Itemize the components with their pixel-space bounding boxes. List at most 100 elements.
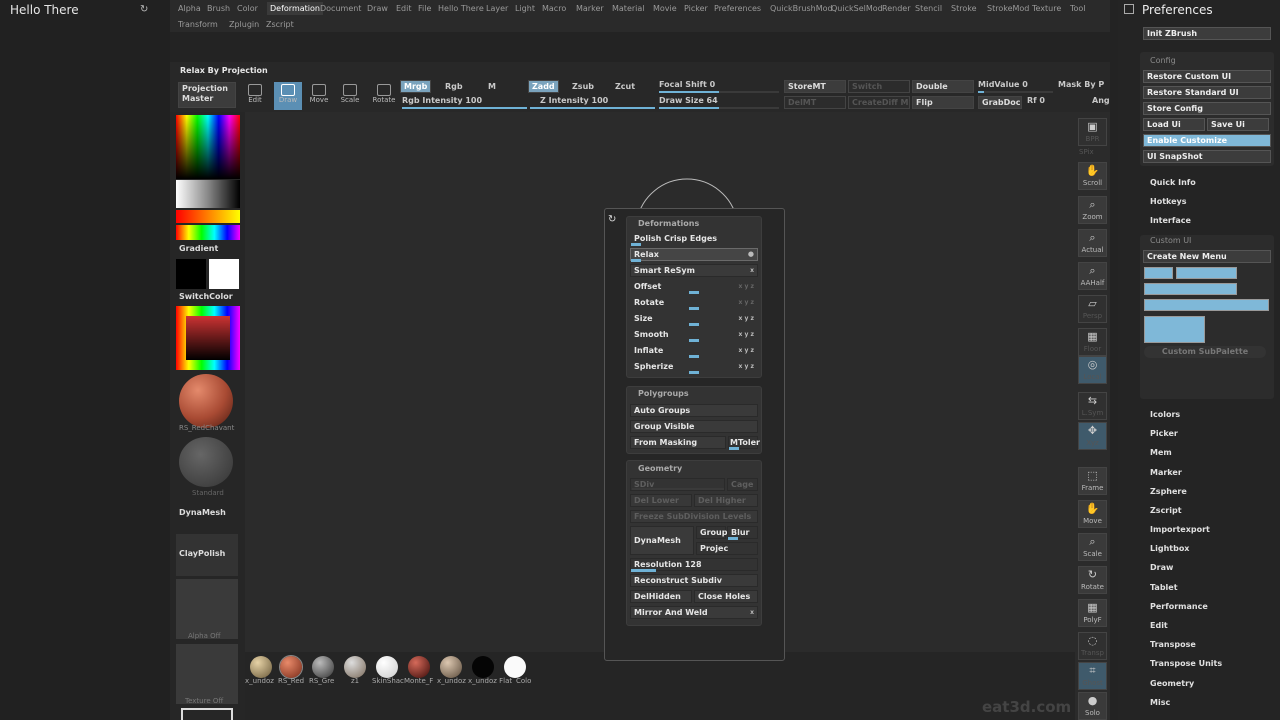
- menu-deformation[interactable]: Deformation: [267, 2, 323, 15]
- move-view-button[interactable]: ✋ Move: [1078, 500, 1107, 528]
- reconstruct-subdiv-button[interactable]: Reconstruct Subdiv: [630, 574, 758, 587]
- ui-snapshot-button[interactable]: UI SnapShot: [1143, 150, 1271, 163]
- custom-ui-header[interactable]: Custom UI: [1150, 236, 1191, 245]
- aahalf-button[interactable]: ⌕ AAHalf: [1078, 262, 1107, 290]
- menu-movie[interactable]: Movie: [653, 4, 677, 13]
- marker-section[interactable]: Marker: [1150, 468, 1182, 477]
- edit-section[interactable]: Edit: [1150, 621, 1168, 630]
- load-ui-button[interactable]: Load Ui: [1143, 118, 1205, 131]
- scale-tool[interactable]: Scale: [336, 82, 364, 110]
- zoom-button[interactable]: ⌕ Zoom: [1078, 196, 1107, 224]
- relax-button[interactable]: Relax ●: [630, 248, 758, 262]
- menu-material[interactable]: Material: [612, 4, 645, 13]
- deformations-header[interactable]: Deformations: [638, 219, 699, 228]
- material-colo[interactable]: [504, 656, 526, 678]
- custom-subpalette-button[interactable]: Custom SubPalette: [1144, 346, 1266, 358]
- material-rs-red[interactable]: [279, 655, 303, 679]
- smart-resym-button[interactable]: Smart ReSym x: [630, 264, 758, 277]
- create-new-menu-button[interactable]: Create New Menu: [1143, 250, 1271, 263]
- restore-standard-ui-button[interactable]: Restore Standard UI: [1143, 86, 1271, 99]
- spherize-slider[interactable]: Spherize x y z: [630, 360, 758, 374]
- close-holes-button[interactable]: Close Holes: [694, 590, 758, 603]
- menu-stencil[interactable]: Stencil: [915, 4, 942, 13]
- quick-info-section[interactable]: Quick Info: [1150, 178, 1196, 187]
- geometry-header[interactable]: Geometry: [638, 464, 682, 473]
- from-masking-button[interactable]: From Masking: [630, 436, 726, 449]
- menu-layer[interactable]: Layer: [486, 4, 508, 13]
- inflate-slider[interactable]: Inflate x y z: [630, 344, 758, 358]
- main-color-swatch[interactable]: [176, 259, 206, 289]
- delhidden-button[interactable]: DelHidden: [630, 590, 692, 603]
- resolution-slider[interactable]: Resolution 128: [630, 558, 758, 572]
- hue-bar-1[interactable]: [176, 210, 240, 223]
- menu-render[interactable]: Render: [882, 4, 910, 13]
- material-slot[interactable]: [181, 708, 233, 720]
- color-square[interactable]: [186, 316, 230, 360]
- blur-slider[interactable]: Blur: [727, 526, 758, 540]
- draw-size-track[interactable]: [659, 107, 779, 109]
- menu-alpha[interactable]: Alpha: [178, 4, 201, 13]
- importexport-section[interactable]: Importexport: [1150, 525, 1210, 534]
- local-button[interactable]: ◎ Local: [1078, 356, 1107, 384]
- move-tool[interactable]: Move: [305, 82, 333, 110]
- custom-ui-placeholder[interactable]: [1144, 267, 1173, 279]
- group-toggle[interactable]: Group: [696, 526, 727, 539]
- edit-tool[interactable]: Edit: [241, 82, 269, 110]
- rotate-view-button[interactable]: ↻ Rotate: [1078, 566, 1107, 594]
- material-flat[interactable]: [472, 656, 494, 678]
- performance-section[interactable]: Performance: [1150, 602, 1208, 611]
- menu-hello-there[interactable]: Hello There: [438, 4, 484, 13]
- color-shade-bar[interactable]: [176, 180, 240, 208]
- menu-picker[interactable]: Picker: [684, 4, 708, 13]
- material-x-undoz-1[interactable]: [250, 656, 272, 678]
- m-button[interactable]: M: [488, 82, 496, 91]
- misc-section[interactable]: Misc: [1150, 698, 1170, 707]
- menu-color[interactable]: Color: [237, 4, 258, 13]
- lightbox-section[interactable]: Lightbox: [1150, 544, 1189, 553]
- freeze-subdivision-button[interactable]: Freeze SubDivision Levels: [630, 510, 758, 523]
- enable-customize-button[interactable]: Enable Customize: [1143, 134, 1271, 147]
- picker-section[interactable]: Picker: [1150, 429, 1178, 438]
- preferences-title[interactable]: Preferences: [1142, 3, 1213, 17]
- custom-ui-placeholder[interactable]: [1144, 299, 1269, 311]
- midvalue-slider[interactable]: MidValue 0: [978, 80, 1028, 89]
- auto-groups-button[interactable]: Auto Groups: [630, 404, 758, 417]
- texture-slot[interactable]: [176, 644, 238, 704]
- del-higher-button[interactable]: Del Higher: [694, 494, 758, 507]
- mtoler-slider[interactable]: MToler: [728, 436, 760, 450]
- rgb-button[interactable]: Rgb: [445, 82, 463, 91]
- offset-slider[interactable]: Offset x y z: [630, 280, 758, 294]
- refresh-icon[interactable]: ↻: [140, 4, 148, 15]
- standard-brush-thumb[interactable]: [179, 437, 233, 487]
- mirror-and-weld-button[interactable]: Mirror And Weld x: [630, 606, 758, 619]
- menu-zplugin[interactable]: Zplugin: [229, 20, 259, 29]
- lsym-button[interactable]: ⇆ L.Sym: [1078, 392, 1107, 420]
- custom-ui-placeholder[interactable]: [1144, 283, 1237, 295]
- rotate-tool[interactable]: Rotate: [370, 82, 398, 110]
- menu-light[interactable]: Light: [515, 4, 535, 13]
- material-skinshade[interactable]: [376, 656, 398, 678]
- del-lower-button[interactable]: Del Lower: [630, 494, 692, 507]
- menu-tool[interactable]: Tool: [1070, 4, 1086, 13]
- custom-ui-placeholder[interactable]: [1144, 316, 1205, 343]
- mrgb-button[interactable]: Mrgb: [400, 80, 432, 93]
- restore-custom-ui-button[interactable]: Restore Custom UI: [1143, 70, 1271, 83]
- init-zbrush-button[interactable]: Init ZBrush: [1143, 27, 1271, 40]
- dynamesh-brush[interactable]: DynaMesh: [179, 508, 226, 517]
- flip-button[interactable]: Flip: [912, 96, 974, 109]
- menu-macro[interactable]: Macro: [542, 4, 566, 13]
- menu-brush[interactable]: Brush: [207, 4, 230, 13]
- midvalue-track[interactable]: [978, 91, 1053, 93]
- menu-stroke[interactable]: Stroke: [951, 4, 977, 13]
- draw-size-slider[interactable]: Draw Size 64: [659, 96, 718, 105]
- gradient-label[interactable]: Gradient: [179, 244, 218, 253]
- mask-by-slider[interactable]: Mask By P: [1058, 80, 1104, 89]
- config-header[interactable]: Config: [1150, 56, 1176, 65]
- size-slider[interactable]: Size x y z: [630, 312, 758, 326]
- dynamesh-button[interactable]: DynaMesh: [630, 526, 694, 555]
- delmt-button[interactable]: DelMT: [784, 96, 846, 109]
- icolors-section[interactable]: Icolors: [1150, 410, 1180, 419]
- project-toggle[interactable]: Projec: [696, 542, 758, 555]
- menu-transform[interactable]: Transform: [178, 20, 218, 29]
- transp-button[interactable]: ◌ Transp: [1078, 632, 1107, 660]
